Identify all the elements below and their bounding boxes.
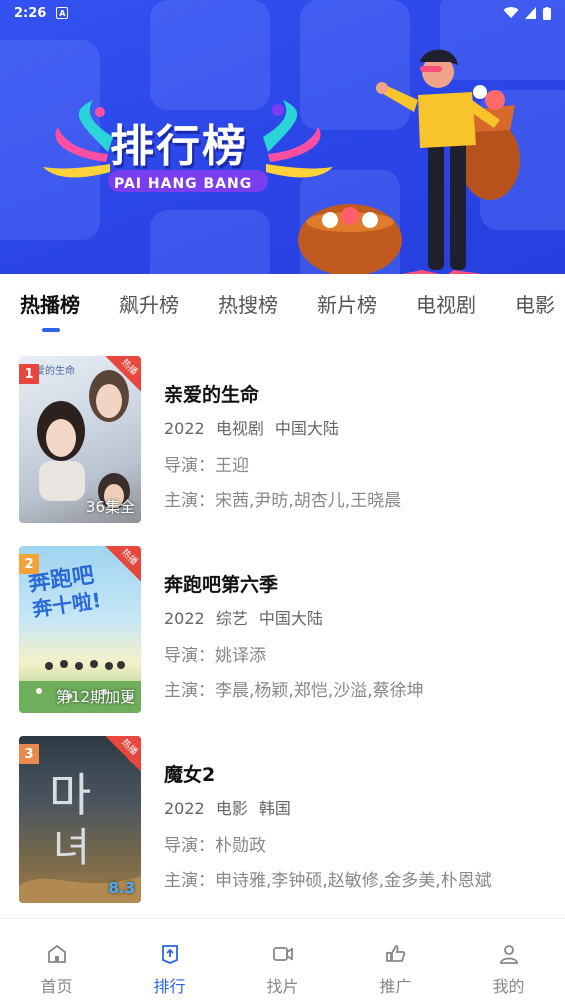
item-type: 综艺: [215, 609, 248, 628]
item-year: 2022: [164, 609, 205, 628]
item-year: 2022: [164, 419, 205, 438]
nav-label: 我的: [492, 977, 525, 996]
item-title: 奔跑吧第六季: [164, 574, 279, 596]
ranking-list: 亲爱的生命 1 热播 36集全 亲爱的生命 2022 电视剧 中国大陆 导演：王…: [0, 350, 565, 920]
tab-movie[interactable]: 电影: [515, 289, 555, 318]
hot-label: 热播: [119, 547, 139, 568]
item-type: 电视剧: [215, 419, 264, 438]
hot-tag: 热播: [105, 356, 141, 392]
poster-image: 亲爱的生命 1 热播 36集全: [19, 356, 141, 523]
rank-badge: 1: [19, 364, 39, 384]
tab-hot-search[interactable]: 热搜榜: [218, 289, 278, 318]
nav-promote[interactable]: 推广: [339, 919, 452, 1004]
episode-badge: 36集全: [85, 498, 135, 516]
nav-label: 首页: [40, 977, 73, 996]
tab-label: 新片榜: [317, 292, 377, 317]
notification-icon: A: [56, 7, 69, 19]
item-director: 导演：姚译添: [164, 646, 266, 666]
tab-label: 热搜榜: [218, 292, 278, 317]
video-icon: [272, 947, 293, 961]
item-cast: 主演：李晨,杨颖,郑恺,沙溢,蔡徐坤: [164, 681, 424, 701]
list-item[interactable]: 亲爱的生命 1 热播 36集全 亲爱的生命 2022 电视剧 中国大陆 导演：王…: [0, 350, 565, 540]
svg-text:마: 마: [49, 768, 91, 822]
tab-hot-play[interactable]: 热播榜: [20, 289, 80, 332]
list-item[interactable]: 奔跑吧 奔十啦! 2 热播 第12期加更 奔跑吧第六季 2022 综艺 中国大陆…: [0, 540, 565, 730]
user-icon: [499, 945, 518, 964]
home-icon: [47, 944, 66, 963]
item-region: 中国大陆: [258, 609, 323, 628]
tab-label: 电影: [515, 292, 555, 317]
tab-tv-series[interactable]: 电视剧: [416, 289, 476, 318]
hot-tag: 热播: [105, 546, 141, 582]
nav-profile[interactable]: 我的: [452, 919, 565, 1004]
poster-image: 奔跑吧 奔十啦! 2 热播 第12期加更: [19, 546, 141, 713]
tab-rising[interactable]: 飙升榜: [119, 289, 179, 318]
wifi-icon: [503, 7, 519, 19]
signal-icon: [525, 7, 536, 19]
item-year: 2022: [164, 799, 205, 818]
item-type: 电影: [215, 799, 248, 818]
tab-label: 飙升榜: [119, 292, 179, 317]
rank-badge: 2: [19, 554, 39, 574]
tab-new[interactable]: 新片榜: [317, 289, 377, 318]
item-meta: 2022 电影 韩国: [164, 795, 492, 819]
list-item[interactable]: 마 녀 3 热播 8.3 魔女2 2022 电影 韩国 导演：朴勋政 主演：申诗: [0, 730, 565, 920]
bottom-nav: 首页 排行 找片 推广 我的: [0, 918, 565, 1004]
nav-label: 推广: [379, 977, 412, 996]
item-cast: 主演：申诗雅,李钟硕,赵敏修,金多美,朴恩斌: [164, 871, 492, 891]
nav-label: 找片: [266, 977, 299, 996]
item-director: 导演：朴勋政: [164, 836, 266, 856]
item-meta: 2022 电视剧 中国大陆: [164, 415, 401, 439]
nav-find[interactable]: 找片: [226, 919, 339, 1004]
tab-active-indicator: [42, 327, 60, 332]
score-badge: 8.3: [108, 879, 135, 897]
svg-text:녀: 녀: [53, 825, 90, 871]
item-info: 亲爱的生命 2022 电视剧 中国大陆 导演：王迎 主演：宋茜,尹昉,胡杏儿,王…: [164, 380, 401, 511]
rank-badge: 3: [19, 744, 39, 764]
ranking-tabs: 热播榜 飙升榜 热搜榜 新片榜 电视剧 电影: [0, 274, 565, 332]
episode-badge: 第12期加更: [55, 688, 135, 706]
item-title: 魔女2: [164, 764, 216, 786]
poster-image: 마 녀 3 热播 8.3: [19, 736, 141, 903]
app-screen: 2:26 A 排行榜 PAI HANG BANG 热播榜 飙升榜 热搜榜 新片榜…: [0, 0, 565, 1004]
ranking-banner: 2:26 A 排行榜 PAI HANG BANG: [0, 0, 565, 274]
ranking-icon: [161, 945, 178, 964]
nav-label: 排行: [153, 977, 186, 996]
hot-tag: 热播: [105, 736, 141, 772]
item-cast: 主演：宋茜,尹昉,胡杏儿,王晓晨: [164, 491, 402, 511]
item-title: 亲爱的生命: [164, 384, 260, 406]
nav-home[interactable]: 首页: [0, 919, 113, 1004]
item-region: 韩国: [258, 799, 291, 818]
nav-ranking[interactable]: 排行: [113, 919, 226, 1004]
item-director: 导演：王迎: [164, 456, 249, 476]
thumbs-up-icon: [385, 945, 405, 962]
item-region: 中国大陆: [274, 419, 339, 438]
banner-subtitle: PAI HANG BANG: [114, 176, 253, 192]
item-info: 奔跑吧第六季 2022 综艺 中国大陆 导演：姚译添 主演：李晨,杨颖,郑恺,沙…: [164, 570, 424, 701]
banner-illustration: [298, 49, 520, 274]
hot-label: 热播: [119, 737, 139, 758]
battery-icon: [543, 6, 551, 20]
item-info: 魔女2 2022 电影 韩国 导演：朴勋政 主演：申诗雅,李钟硕,赵敏修,金多美…: [164, 760, 492, 891]
status-time: 2:26: [14, 5, 47, 21]
item-meta: 2022 综艺 中国大陆: [164, 605, 424, 629]
tab-label: 电视剧: [416, 292, 476, 317]
tab-label: 热播榜: [20, 292, 80, 317]
hot-label: 热播: [119, 357, 139, 378]
status-bar: 2:26 A: [0, 0, 565, 26]
banner-title: 排行榜: [110, 121, 248, 172]
